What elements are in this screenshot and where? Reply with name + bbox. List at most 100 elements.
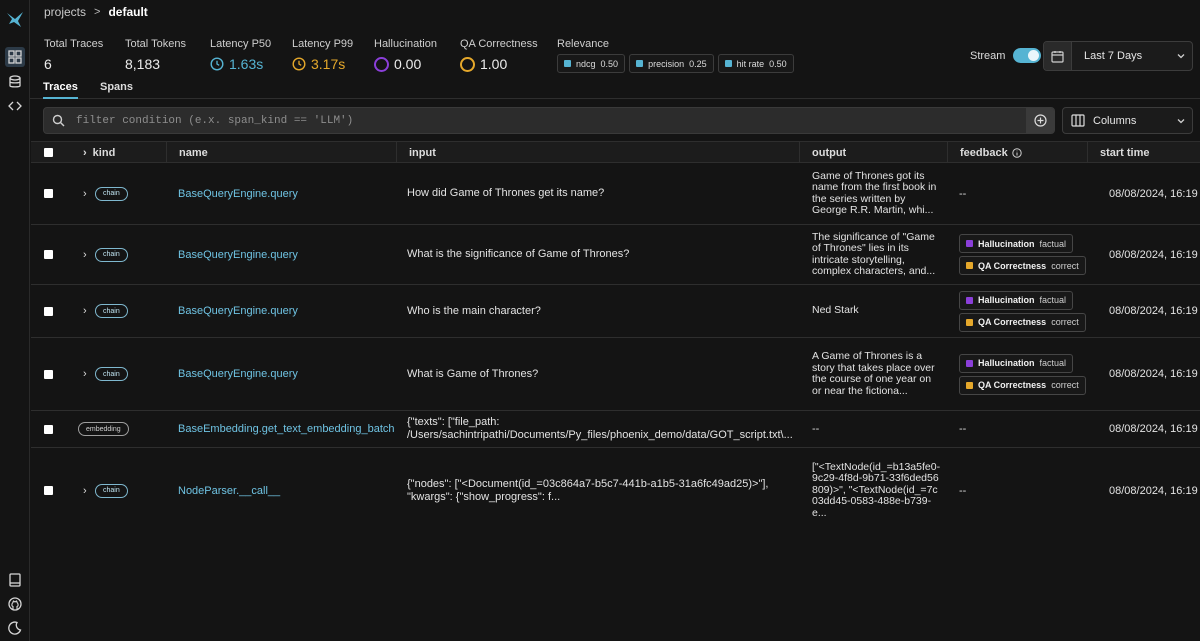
header-name[interactable]: name <box>179 147 208 159</box>
chevron-down-icon <box>1170 51 1192 61</box>
start-time: 08/08/2024, 16:19 <box>1109 368 1198 380</box>
trace-name-link[interactable]: BaseQueryEngine.query <box>178 305 298 317</box>
columns-label: Columns <box>1093 114 1137 127</box>
trace-input: {"texts": ["file_path: /Users/sachintrip… <box>407 416 793 442</box>
theme-moon-icon[interactable] <box>5 618 25 638</box>
annotation-hallucination[interactable]: Hallucination factual <box>959 290 1074 310</box>
header-kind[interactable]: kind <box>93 147 116 159</box>
metric-square-icon <box>564 60 571 67</box>
header-output[interactable]: output <box>812 147 846 159</box>
feedback-annotations: Hallucination factual QA Correctness corre… <box>959 290 1086 332</box>
annotation-hallucination[interactable]: Hallucination factual <box>959 353 1074 373</box>
stat-label: Relevance <box>557 38 609 50</box>
annotation-qa-correctness[interactable]: QA Correctness correct <box>959 312 1086 332</box>
qa-correctness-ring-icon <box>460 56 475 72</box>
row-checkbox[interactable] <box>44 306 53 316</box>
annotation-value: factual <box>1039 295 1067 305</box>
relevance-pill-precision: precision 0.25 <box>629 54 714 73</box>
annotation-square-icon <box>966 296 973 304</box>
annotation-square-icon <box>966 359 973 367</box>
table-row[interactable]: › chain BaseQueryEngine.query What is Ga… <box>31 338 1200 411</box>
phoenix-logo-icon[interactable] <box>5 10 25 30</box>
code-icon[interactable] <box>5 96 25 116</box>
time-range-select[interactable]: Last 7 Days <box>1043 41 1193 71</box>
breadcrumb-projects[interactable]: projects <box>44 5 86 19</box>
row-checkbox[interactable] <box>44 189 53 198</box>
expand-row-chevron-icon[interactable]: › <box>83 188 87 200</box>
trace-name-link[interactable]: BaseEmbedding.get_text_embedding_batch <box>178 423 395 435</box>
annotation-value: correct <box>1051 260 1079 271</box>
time-range-value: Last 7 Days <box>1084 50 1143 62</box>
trace-input-line: /Users/sachintripathi/Documents/Py_files… <box>407 429 793 441</box>
trace-name-link[interactable]: NodeParser.__call__ <box>178 485 280 497</box>
start-time: 08/08/2024, 16:19 <box>1109 305 1198 317</box>
span-kind-badge: embedding <box>78 422 129 436</box>
docs-book-icon[interactable] <box>5 570 25 590</box>
columns-button[interactable]: Columns <box>1062 107 1193 134</box>
stat-total-traces: Total Traces 6 <box>44 38 103 72</box>
start-time: 08/08/2024, 16:19 <box>1109 187 1198 200</box>
datasets-database-icon[interactable] <box>5 72 25 92</box>
trace-name-link[interactable]: BaseQueryEngine.query <box>178 368 298 380</box>
header-input[interactable]: input <box>409 147 436 159</box>
start-time: 08/08/2024, 16:19 <box>1109 248 1198 261</box>
span-kind-badge: chain <box>95 483 128 498</box>
annotation-name: QA Correctness <box>978 380 1047 390</box>
hallucination-ring-icon <box>374 56 389 72</box>
info-icon[interactable] <box>1012 147 1022 158</box>
traces-table: › kind name input output feedback start … <box>31 141 1200 533</box>
stat-label: Hallucination <box>374 38 437 50</box>
annotation-name: QA Correctness <box>978 317 1047 327</box>
expand-all-chevron-icon[interactable]: › <box>83 147 87 159</box>
annotation-qa-correctness[interactable]: QA Correctness correct <box>959 375 1086 395</box>
add-filter-button[interactable] <box>1026 108 1054 133</box>
stat-label: Latency P99 <box>292 38 354 50</box>
annotation-square-icon <box>966 262 973 269</box>
stream-toggle[interactable] <box>1013 48 1042 63</box>
table-row[interactable]: › chain BaseQueryEngine.query How did Ga… <box>31 163 1200 225</box>
row-checkbox[interactable] <box>44 486 53 495</box>
table-row[interactable]: › chain BaseQueryEngine.query Who is the… <box>31 285 1200 338</box>
row-checkbox[interactable] <box>44 250 53 259</box>
stat-value: 1.00 <box>480 56 508 72</box>
github-icon[interactable] <box>5 594 25 614</box>
columns-icon <box>1063 114 1093 127</box>
table-row[interactable]: embedding BaseEmbedding.get_text_embeddi… <box>31 411 1200 448</box>
metric-square-icon <box>724 60 732 67</box>
stat-latency-p99: Latency P99 3.17s <box>292 38 353 72</box>
table-header: › kind name input output feedback start … <box>31 141 1200 163</box>
expand-row-chevron-icon[interactable]: › <box>83 305 87 317</box>
header-start-time[interactable]: start time <box>1100 147 1150 159</box>
left-rail <box>0 0 30 641</box>
annotation-value: factual <box>1039 238 1067 249</box>
filter-input[interactable] <box>72 114 1026 127</box>
metric-value: 0.25 <box>689 58 707 69</box>
row-checkbox[interactable] <box>44 424 53 434</box>
table-row[interactable]: › chain NodeParser.__call__ {"nodes": ["… <box>31 448 1200 533</box>
stat-label: Total Traces <box>44 38 104 50</box>
table-row[interactable]: › chain BaseQueryEngine.query What is th… <box>31 225 1200 285</box>
annotation-hallucination[interactable]: Hallucination factual <box>959 234 1074 253</box>
header-feedback[interactable]: feedback <box>960 147 1008 159</box>
expand-row-chevron-icon[interactable]: › <box>83 249 87 261</box>
tab-spans[interactable]: Spans <box>100 79 133 99</box>
trace-input: Who is the main character? <box>407 304 541 317</box>
projects-grid-icon[interactable] <box>5 47 25 67</box>
expand-row-chevron-icon[interactable]: › <box>83 485 87 497</box>
trace-name-link[interactable]: BaseQueryEngine.query <box>178 249 298 261</box>
select-all-checkbox[interactable] <box>44 148 53 157</box>
tab-bar: Traces Spans <box>30 79 1200 99</box>
expand-row-chevron-icon[interactable]: › <box>83 368 87 380</box>
tab-traces[interactable]: Traces <box>43 79 78 99</box>
trace-output: Game of Thrones got its name from the fi… <box>812 169 937 216</box>
metric-name: precision <box>648 58 685 69</box>
row-checkbox[interactable] <box>44 369 53 379</box>
annotation-qa-correctness[interactable]: QA Correctness correct <box>959 256 1086 275</box>
breadcrumb: projects > default <box>44 5 148 19</box>
breadcrumb-separator: > <box>94 6 101 18</box>
chevron-down-icon <box>1170 116 1192 126</box>
trace-name-link[interactable]: BaseQueryEngine.query <box>178 188 298 200</box>
annotation-square-icon <box>966 240 973 247</box>
metric-name: hit rate <box>736 58 765 69</box>
trace-output: The significance of "Game of Thrones" li… <box>812 230 936 277</box>
